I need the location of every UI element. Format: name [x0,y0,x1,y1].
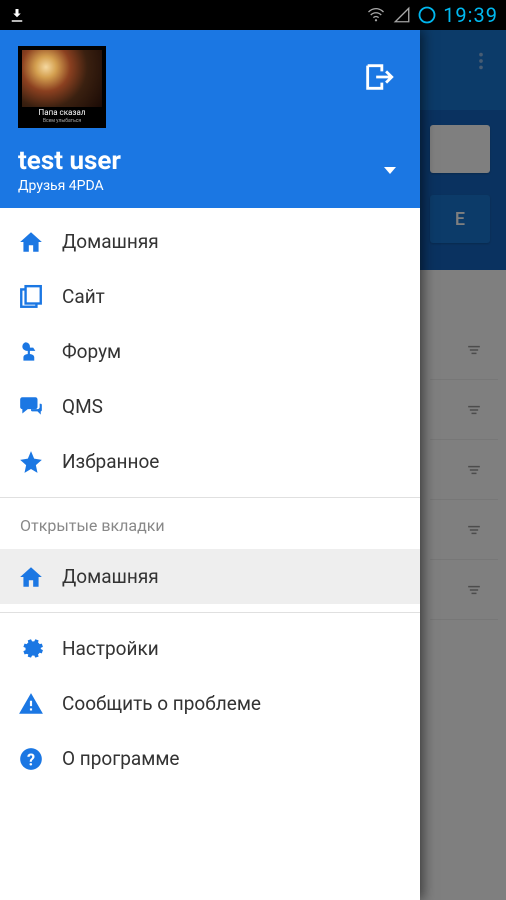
signal-icon [393,6,411,24]
forum-icon [18,339,44,365]
download-icon [8,6,26,24]
menu-label: Сайт [62,285,105,308]
menu-item-forum[interactable]: Форум [0,324,420,379]
clock: 19:39 [443,3,498,27]
menu-item-report[interactable]: Сообщить о проблеме [0,676,420,731]
drawer-menu: Домашняя Сайт Форум QMS [0,208,420,900]
menu-item-site[interactable]: Сайт [0,269,420,324]
menu-item-settings[interactable]: Настройки [0,621,420,676]
star-icon [18,449,44,475]
site-icon [18,284,44,310]
open-tab-home[interactable]: Домашняя [0,549,420,604]
home-icon [18,564,44,590]
menu-item-qms[interactable]: QMS [0,379,420,434]
menu-label: Сообщить о проблеме [62,692,261,715]
menu-label: Домашняя [62,230,159,253]
divider [0,497,420,498]
menu-label: Форум [62,340,121,363]
nav-drawer: Папа сказал Всем улыбаться test user Дру… [0,30,420,900]
user-name: test user [18,146,121,176]
divider [0,612,420,613]
help-icon: ? [18,746,44,772]
user-group: Друзья 4PDA [18,178,121,194]
avatar-subcaption: Всем улыбаться [22,119,102,124]
menu-item-favorites[interactable]: Избранное [0,434,420,489]
section-open-tabs: Открытые вкладки [0,506,420,549]
menu-label: О программе [62,747,180,770]
chevron-down-icon [384,167,396,174]
menu-label: Домашняя [62,565,159,588]
logout-icon[interactable] [362,60,396,98]
screen: E Папа сказал Всем улыбаться test user Д… [0,30,506,900]
menu-item-about[interactable]: ? О программе [0,731,420,786]
battery-icon [417,5,437,25]
warning-icon [18,691,44,717]
home-icon [18,229,44,255]
status-bar: 19:39 [0,0,506,30]
menu-item-home[interactable]: Домашняя [0,214,420,269]
svg-text:?: ? [27,750,35,769]
avatar[interactable]: Папа сказал Всем улыбаться [18,46,106,128]
menu-label: QMS [62,395,103,418]
wifi-icon [365,6,387,24]
drawer-header: Папа сказал Всем улыбаться test user Дру… [0,30,420,208]
menu-label: Настройки [62,637,159,660]
menu-label: Избранное [62,450,159,473]
gear-icon [18,636,44,662]
account-toggle[interactable]: test user Друзья 4PDA [18,146,402,194]
chat-icon [18,394,44,420]
